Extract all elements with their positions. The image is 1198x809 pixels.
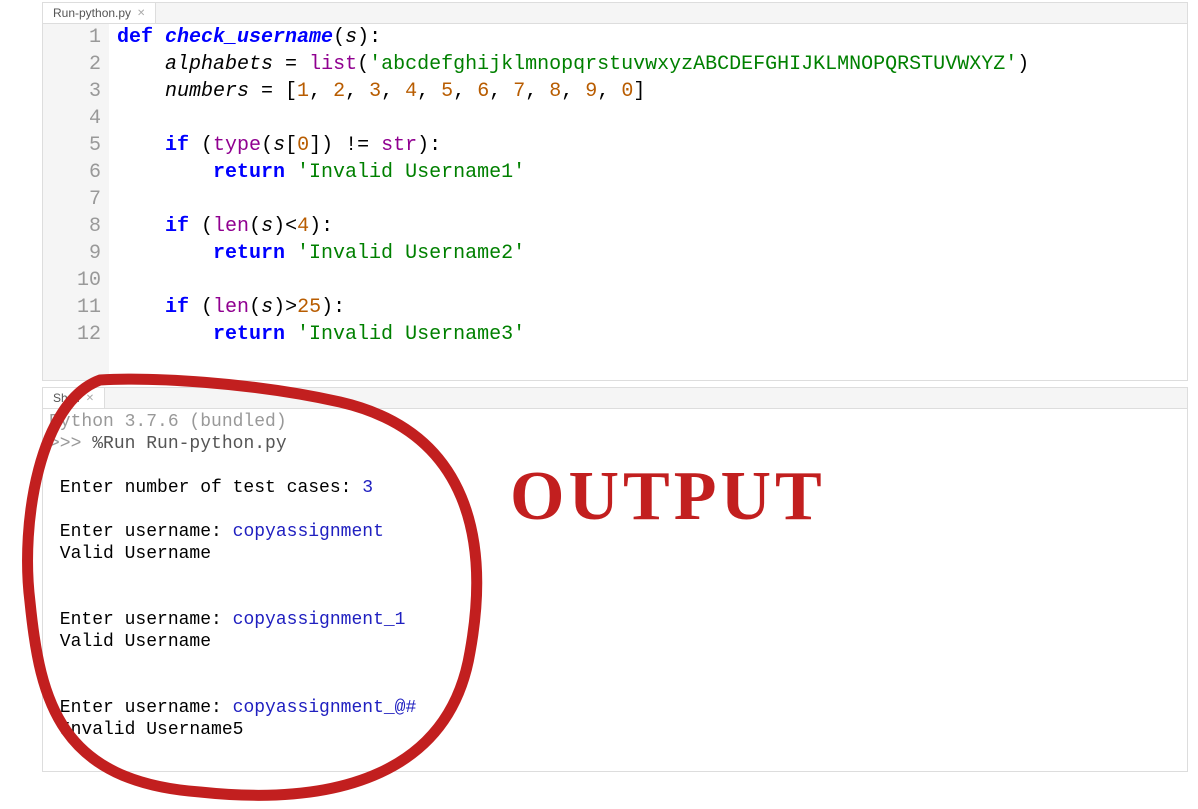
editor-tabs: Run-python.py ✕ [43, 3, 1187, 24]
code-line: return 'Invalid Username3' [117, 321, 1029, 348]
shell-banner: Python 3.7.6 (bundled) [49, 412, 287, 432]
shell-output: Enter username: [49, 522, 233, 542]
shell-run-cmd: %Run Run-python.py [92, 434, 286, 454]
shell-body[interactable]: Python 3.7.6 (bundled) >>> %Run Run-pyth… [43, 409, 1187, 771]
line-number: 8 [61, 213, 101, 240]
shell-output: Enter username: [49, 610, 233, 630]
editor-tab-run-python[interactable]: Run-python.py ✕ [43, 3, 156, 23]
shell-user-input: copyassignment_@# [233, 698, 417, 718]
line-number: 1 [61, 24, 101, 51]
line-number: 12 [61, 321, 101, 348]
shell-tab-label: Shell [53, 391, 80, 405]
line-number: 5 [61, 132, 101, 159]
editor-pane: Run-python.py ✕ 1 2 3 4 5 6 7 8 9 10 11 … [42, 2, 1188, 381]
code-line: if (type(s[0]) != str): [117, 132, 1029, 159]
shell-output: Enter number of test cases: [49, 478, 362, 498]
close-icon[interactable]: ✕ [86, 393, 94, 404]
shell-output: Enter username: [49, 698, 233, 718]
code-line: if (len(s)<4): [117, 213, 1029, 240]
code-area[interactable]: 1 2 3 4 5 6 7 8 9 10 11 12 def check_use… [43, 24, 1187, 380]
line-number-gutter: 1 2 3 4 5 6 7 8 9 10 11 12 [43, 24, 109, 380]
shell-tabs: Shell ✕ [43, 388, 1187, 409]
shell-pane: Shell ✕ Python 3.7.6 (bundled) >>> %Run … [42, 387, 1188, 772]
code-line: numbers = [1, 2, 3, 4, 5, 6, 7, 8, 9, 0] [117, 78, 1029, 105]
line-number: 4 [61, 105, 101, 132]
code-line: return 'Invalid Username2' [117, 240, 1029, 267]
code-line [117, 267, 1029, 294]
line-number: 2 [61, 51, 101, 78]
line-number: 10 [61, 267, 101, 294]
shell-user-input: copyassignment_1 [233, 610, 406, 630]
line-number: 7 [61, 186, 101, 213]
shell-tab[interactable]: Shell ✕ [43, 388, 105, 408]
shell-prompt: >>> [49, 434, 92, 454]
editor-tab-label: Run-python.py [53, 6, 131, 20]
line-number: 9 [61, 240, 101, 267]
shell-output: Valid Username [49, 632, 211, 652]
line-number: 6 [61, 159, 101, 186]
shell-output: Invalid Username5 [49, 720, 243, 740]
code-content[interactable]: def check_username(s): alphabets = list(… [109, 24, 1029, 380]
code-line: if (len(s)>25): [117, 294, 1029, 321]
code-line: alphabets = list('abcdefghijklmnopqrstuv… [117, 51, 1029, 78]
code-line: return 'Invalid Username1' [117, 159, 1029, 186]
code-line [117, 105, 1029, 132]
shell-output: Valid Username [49, 544, 211, 564]
code-line [117, 186, 1029, 213]
shell-user-input: copyassignment [233, 522, 384, 542]
shell-user-input: 3 [362, 478, 373, 498]
line-number: 3 [61, 78, 101, 105]
close-icon[interactable]: ✕ [137, 8, 145, 19]
code-line: def check_username(s): [117, 24, 1029, 51]
line-number: 11 [61, 294, 101, 321]
